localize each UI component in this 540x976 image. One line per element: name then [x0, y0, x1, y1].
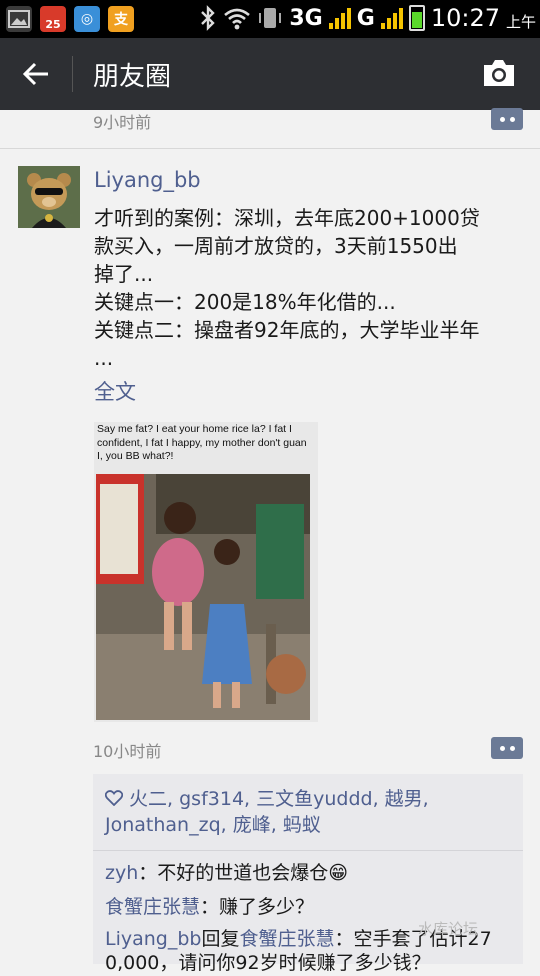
previous-post-time: 9小时前 [93, 113, 152, 132]
status-bar: 25 ◎ 支 3G G 10:27 上午 [0, 0, 540, 38]
battery-icon [408, 5, 425, 31]
post-text: 才听到的案例：深圳，去年底200+1000贷 款买入，一周前才放贷的，3天前15… [94, 206, 480, 370]
comment-button[interactable] [491, 737, 523, 759]
comment-author[interactable]: zyh [105, 862, 138, 884]
camera-icon[interactable] [482, 58, 516, 88]
bluetooth-icon [201, 5, 216, 31]
signal-icon [328, 7, 351, 29]
likes-list: 火二, gsf314, 三文鱼yuddd, 越男, Jonathan_zq, 庞… [105, 786, 515, 838]
network-type-2: G [356, 5, 375, 31]
network-type: 3G [289, 5, 323, 31]
comment-text: ：赚了多少？ [200, 896, 315, 918]
comment-text: 0,000，请问你92岁时候赚了多少钱？ [105, 952, 431, 974]
title-divider [72, 56, 73, 92]
vibrate-icon [259, 8, 282, 28]
comment-author[interactable]: 食蟹庄张慧 [105, 896, 200, 918]
back-arrow-icon[interactable] [22, 60, 50, 88]
post-image[interactable]: Say me fat? I eat your home rice la? I f… [94, 422, 318, 722]
browser-icon: ◎ [74, 6, 100, 32]
notification-badge: 25 [45, 17, 61, 31]
comment-author[interactable]: Liyang_bb [105, 928, 201, 950]
page-title: 朋友圈 [93, 62, 172, 92]
post-separator [0, 148, 540, 149]
clock: 10:27 [430, 4, 500, 32]
comment-item[interactable]: zyh：不好的世道也会爆仓😁 [105, 860, 348, 886]
reply-word: 回复 [201, 928, 240, 950]
comment-button[interactable] [491, 108, 523, 130]
post-time: 10小时前 [93, 742, 162, 761]
teddy-bear-avatar-icon [18, 166, 80, 228]
image-caption: Say me fat? I eat your home rice la? I f… [97, 423, 307, 462]
comment-item[interactable]: 食蟹庄张慧：赚了多少？ [105, 894, 314, 920]
image-icon [6, 6, 32, 32]
reply-to-name[interactable]: 食蟹庄张慧 [240, 928, 335, 950]
avatar[interactable] [18, 166, 80, 228]
clock-ampm: 上午 [505, 12, 536, 31]
heart-icon [105, 790, 123, 806]
wifi-icon [224, 8, 251, 30]
likes-names[interactable]: 火二, gsf314, 三文鱼yuddd, 越男, Jonathan_zq, 庞… [105, 788, 429, 836]
calendar-icon: 25 [40, 6, 66, 32]
post-username[interactable]: Liyang_bb [94, 168, 201, 192]
comment-continuation: 0,000，请问你92岁时候赚了多少钱？ [105, 950, 431, 976]
photo-scene [96, 474, 310, 720]
signal-icon-2 [380, 7, 403, 29]
comment-text: ：不好的世道也会爆仓😁 [138, 862, 349, 884]
full-text-link[interactable]: 全文 [94, 376, 136, 406]
watermark: 水库论坛 [418, 920, 479, 938]
alipay-icon: 支 [108, 6, 134, 32]
title-bar: 朋友圈 [0, 38, 540, 110]
likes-separator [93, 850, 523, 851]
